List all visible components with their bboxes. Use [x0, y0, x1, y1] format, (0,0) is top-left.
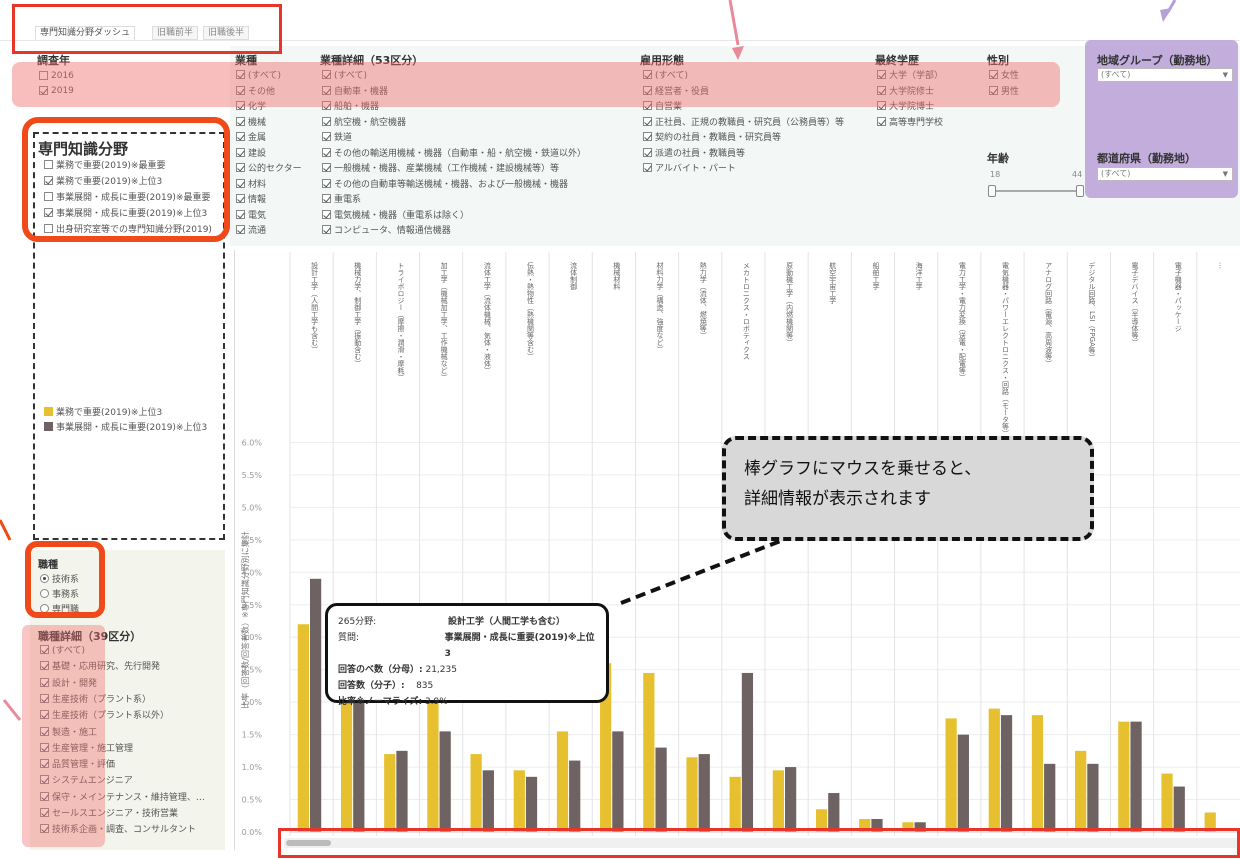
scrollbar-thumb[interactable] — [286, 840, 331, 846]
category-label: 伝熱・熱物性（熱機関等含む） — [527, 261, 535, 360]
category-label: 機械力学、制御工学（振動含む） — [354, 261, 362, 367]
callout-line: 詳細情報が表示されます — [744, 489, 931, 509]
tooltip-value: 835 — [416, 681, 434, 691]
bar — [772, 770, 784, 832]
bar — [902, 822, 914, 832]
tooltip-key: 質問: — [338, 633, 360, 643]
instruction-callout: 棒グラフにマウスを乗せると、 詳細情報が表示されます — [722, 436, 1094, 541]
bar-chart: 0.0%0.5%1.0%1.5%2.0%2.5%3.0%3.5%4.0%4.5%… — [240, 252, 1240, 837]
bar — [569, 760, 581, 832]
category-label: 熱力学（流体、燃焼等） — [699, 261, 707, 339]
bar — [396, 750, 408, 832]
category-label: 電子機器・パッケージ — [1174, 262, 1182, 332]
bar — [1161, 773, 1173, 832]
bar — [1031, 715, 1044, 832]
category-label: … — [1217, 262, 1225, 269]
category-label: 航空宇宙工学 — [829, 261, 837, 304]
category-label: 流体工学（流体機械、気体・液体） — [483, 261, 491, 374]
bar — [785, 767, 797, 832]
tooltip-value: 21,235 — [425, 665, 457, 675]
bar — [384, 754, 396, 832]
bar — [470, 754, 482, 832]
bar — [1130, 721, 1142, 832]
bar — [612, 731, 624, 832]
bar — [1087, 763, 1099, 832]
tooltip-key: 比率※ノーマライズ: — [338, 697, 423, 707]
horizontal-scrollbar[interactable] — [284, 838, 1239, 848]
y-tick-label: 1.0% — [242, 763, 263, 772]
category-label: 船舶工学 — [872, 261, 880, 290]
category-label: 原動機工学（内燃機関等） — [786, 262, 794, 346]
category-label: 設計工学（人間工学も含む） — [311, 261, 319, 353]
category-label: 海洋工学 — [915, 261, 923, 290]
bar — [729, 776, 741, 832]
category-label: 流体制御 — [570, 261, 578, 291]
bar — [1044, 763, 1056, 832]
tooltip-key: 265分野: — [338, 617, 377, 627]
bar — [1173, 786, 1185, 832]
bar — [297, 624, 309, 832]
category-label: 電子デバイス（半導体等） — [1131, 262, 1139, 346]
category-label: 電力工学・電力変換（送電・配電等） — [958, 262, 966, 381]
y-tick-label: 0.0% — [242, 828, 263, 837]
category-label: トライボロジー（摩擦・潤滑・摩耗） — [397, 262, 405, 381]
bar — [1000, 715, 1013, 832]
bar — [340, 689, 353, 832]
bar — [871, 819, 883, 832]
y-tick-label: 6.0% — [242, 438, 263, 447]
tooltip-value: 事業展開・成長に重要(2019)※上位3 — [444, 633, 595, 659]
bar — [1075, 750, 1087, 832]
bar — [914, 822, 926, 832]
y-tick-label: 0.5% — [242, 796, 263, 805]
y-tick-label: 5.0% — [242, 503, 263, 512]
bar — [815, 809, 828, 832]
y-axis-label: 比率（回答数/回答者数）※専門知識分野別に集計 — [240, 531, 250, 708]
tooltip-key: 回答のべ数（分母）: — [338, 665, 423, 675]
bar-tooltip: 265分野: 設計工学（人間工学も含む） 質問: 事業展開・成長に重要(2019)※… — [325, 603, 609, 707]
bar — [439, 731, 451, 832]
category-label: メカトロニクス・ロボティクス — [742, 262, 750, 360]
bar — [556, 731, 569, 832]
bar — [655, 747, 667, 832]
bar — [353, 695, 365, 832]
category-label: デジタル回路、LSI（FPGA等） — [1088, 261, 1096, 361]
bar — [1204, 812, 1216, 832]
bar — [686, 757, 698, 832]
category-label: 材料力学（構造、強度など） — [656, 261, 664, 353]
bar — [643, 672, 655, 832]
bar — [859, 819, 871, 832]
bar — [482, 770, 494, 832]
bar — [945, 718, 957, 832]
bar — [525, 776, 538, 832]
bar — [427, 702, 439, 832]
y-tick-label: 1.5% — [242, 731, 263, 740]
bar — [310, 578, 322, 832]
callout-line: 棒グラフにマウスを乗せると、 — [744, 459, 982, 479]
bar — [828, 793, 840, 832]
category-label: 機械材料 — [613, 261, 621, 291]
bar — [513, 770, 525, 832]
bar — [1118, 721, 1130, 832]
tooltip-key: 回答数（分子）: — [338, 681, 405, 691]
tooltip-value: 設計工学（人間工学も含む） — [448, 617, 566, 627]
tooltip-value: 3.9% — [424, 697, 448, 707]
category-label: 加工学（機械加工学、工作機械など） — [440, 261, 448, 381]
category-label: アナログ回路（電源、高周波等） — [1045, 262, 1053, 367]
bar — [741, 672, 754, 832]
bar — [988, 708, 1000, 832]
bar — [698, 754, 710, 832]
bar — [957, 734, 969, 832]
y-tick-label: 5.5% — [242, 471, 263, 480]
category-label: 電気機器・パワーエレクトロニクス・回路（モータ等） — [1002, 262, 1010, 437]
